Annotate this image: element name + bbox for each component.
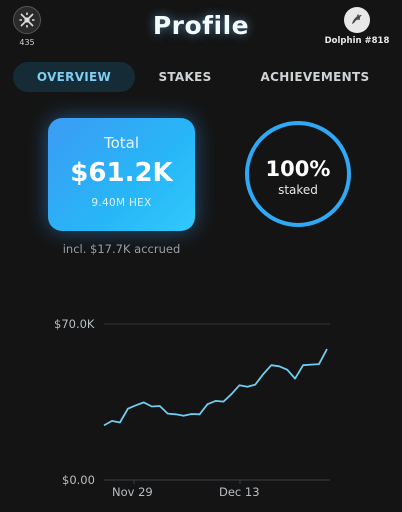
series-line bbox=[103, 348, 328, 427]
dolphin-icon bbox=[344, 7, 370, 33]
x-tick-label: Nov 29 bbox=[112, 485, 153, 499]
x-tick-label: Dec 13 bbox=[219, 485, 260, 499]
staked-label: staked bbox=[278, 183, 318, 197]
total-label: Total bbox=[103, 134, 140, 152]
y-tick-label: $70.0K bbox=[54, 317, 95, 331]
user-badge[interactable]: Dolphin #818 bbox=[322, 7, 392, 46]
tab-overview[interactable]: OVERVIEW bbox=[13, 62, 135, 92]
value-chart[interactable]: $70.0K $0.00 Nov 29 Dec 13 bbox=[0, 300, 402, 512]
hex-amount: 9.40M HEX bbox=[91, 197, 152, 209]
total-value-card[interactable]: Total $61.2K 9.40M HEX bbox=[48, 118, 195, 231]
total-value: $61.2K bbox=[70, 158, 173, 188]
tab-stakes[interactable]: STAKES bbox=[135, 62, 235, 92]
user-name: Dolphin #818 bbox=[324, 36, 390, 46]
staked-percent: 100% bbox=[265, 157, 331, 181]
accrued-note: incl. $17.7K accrued bbox=[62, 242, 181, 256]
tab-achievements[interactable]: ACHIEVEMENTS bbox=[245, 62, 385, 92]
y-tick-label: $0.00 bbox=[62, 473, 95, 487]
staked-ring: 100% staked bbox=[243, 119, 353, 229]
tab-bar: OVERVIEW STAKES ACHIEVEMENTS bbox=[13, 62, 393, 92]
